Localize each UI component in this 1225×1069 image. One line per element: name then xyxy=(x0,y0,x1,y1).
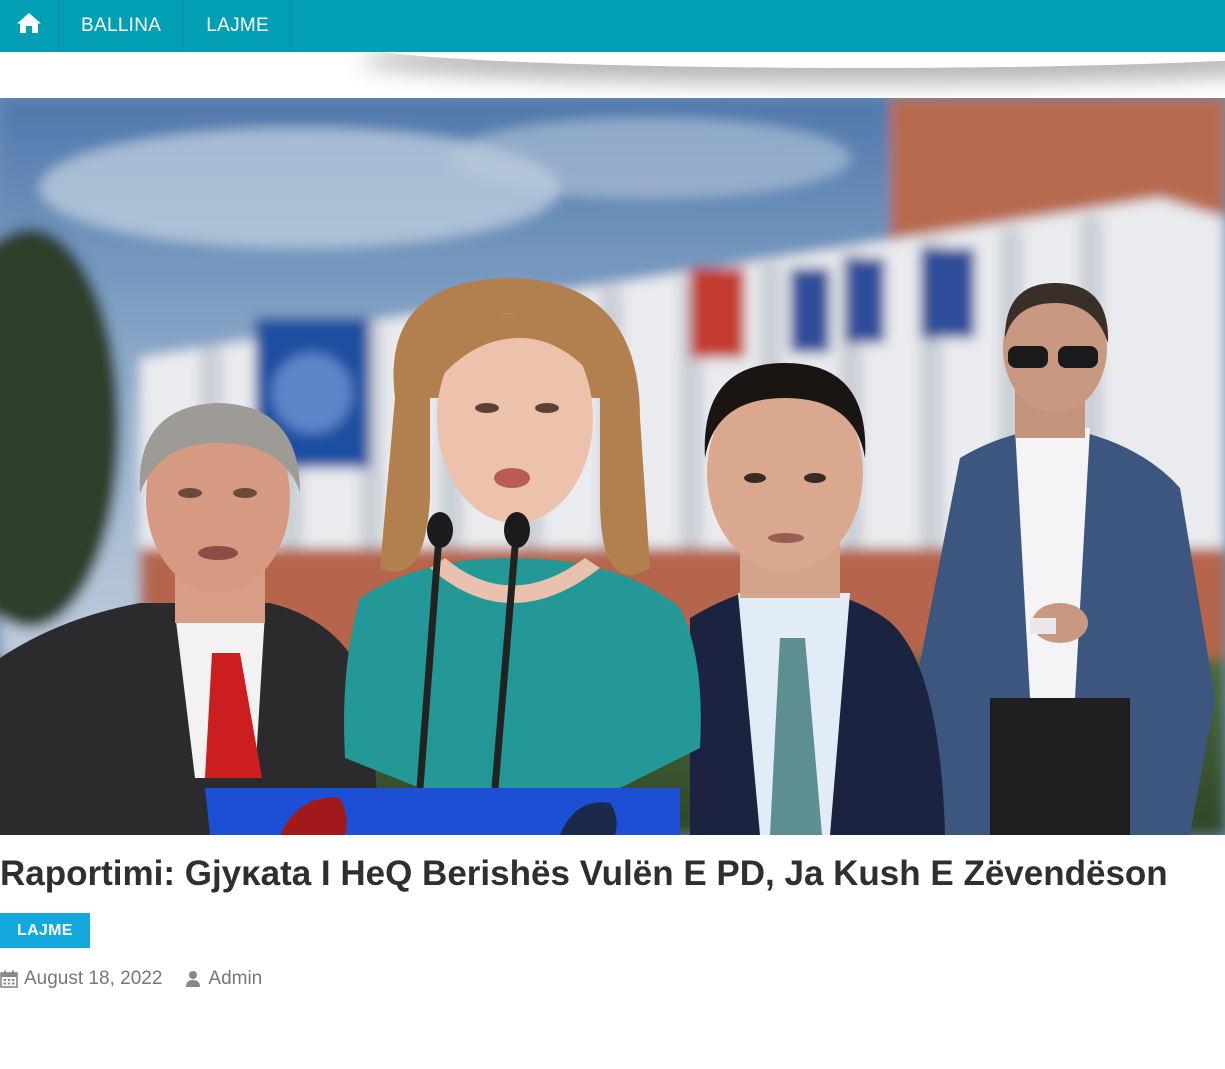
article-author[interactable]: Admin xyxy=(184,968,262,990)
article-date[interactable]: August 18, 2022 xyxy=(0,968,162,990)
category-badge[interactable]: LAJME xyxy=(0,913,90,948)
user-icon xyxy=(184,970,202,988)
article-date-link[interactable]: August 18, 2022 xyxy=(24,968,162,990)
nav-item-lajme[interactable]: LAJME xyxy=(184,0,293,52)
featured-image[interactable] xyxy=(0,98,1225,835)
nav-item-ballina[interactable]: BALLINA xyxy=(59,0,185,52)
nav-home[interactable] xyxy=(0,0,59,52)
article-meta: August 18, 2022 Admin xyxy=(0,966,284,992)
nav-shadow xyxy=(0,52,1225,98)
calendar-icon xyxy=(0,970,18,988)
article-author-link[interactable]: Admin xyxy=(208,968,262,990)
home-icon xyxy=(16,11,42,41)
top-navigation: BALLINA LAJME xyxy=(0,0,1225,52)
article-title[interactable]: Raportimi: Gjyĸata I HеQ Berishës Vulën … xyxy=(0,850,1225,898)
